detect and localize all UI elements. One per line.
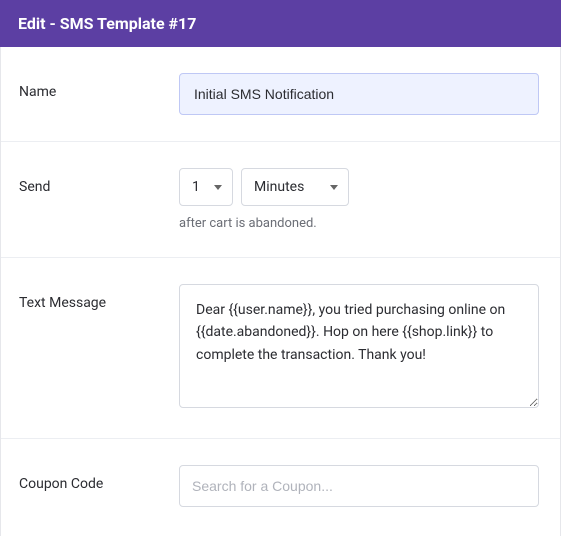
send-label: Send <box>19 168 179 198</box>
row-name: Name <box>1 47 560 142</box>
name-label: Name <box>19 73 179 103</box>
form-panel: Name Send 1 Minutes after cart is abando… <box>0 47 561 536</box>
chevron-down-icon <box>214 185 222 190</box>
send-delay-unit: Minutes <box>254 179 304 195</box>
coupon-input[interactable] <box>179 465 539 507</box>
modal-title: Edit - SMS Template #17 <box>18 14 196 33</box>
send-delay-unit-select[interactable]: Minutes <box>241 168 349 206</box>
chevron-down-icon <box>330 185 338 190</box>
send-delay-value-select[interactable]: 1 <box>179 168 233 206</box>
message-textarea[interactable] <box>179 284 539 408</box>
send-hint: after cart is abandoned. <box>179 216 542 231</box>
name-input[interactable] <box>179 73 539 115</box>
modal-header: Edit - SMS Template #17 <box>0 0 561 47</box>
coupon-label: Coupon Code <box>19 465 179 495</box>
message-label: Text Message <box>19 284 179 314</box>
row-message: Text Message <box>1 258 560 439</box>
row-send: Send 1 Minutes after cart is abandoned. <box>1 142 560 258</box>
send-delay-value: 1 <box>192 179 200 195</box>
row-coupon: Coupon Code <box>1 439 560 533</box>
